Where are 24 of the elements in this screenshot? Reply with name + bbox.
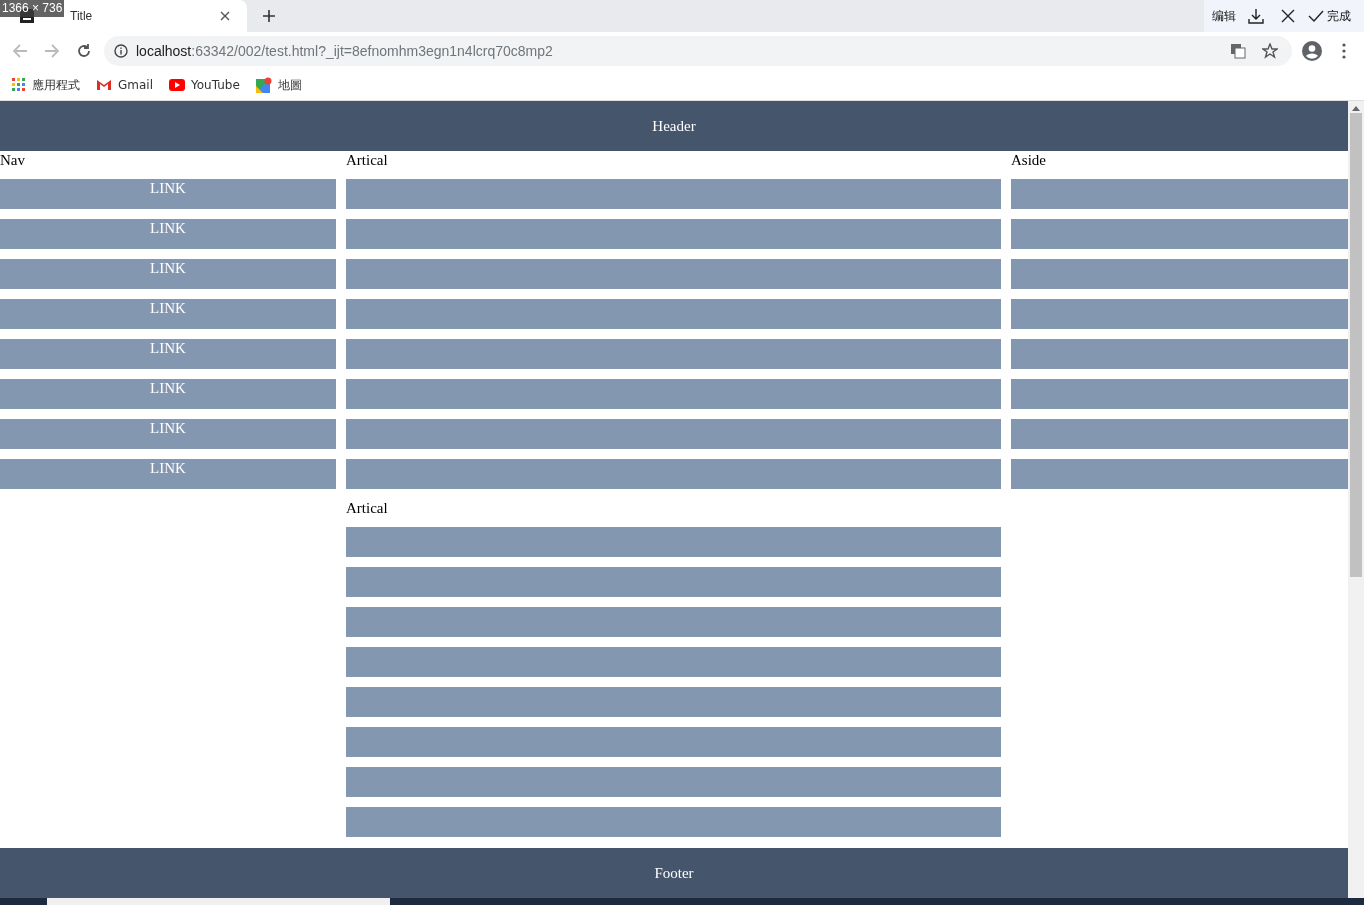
done-button[interactable]: 完成 [1308,7,1351,25]
map-icon [255,77,272,93]
bookmark[interactable]: Gmail [96,78,153,92]
info-icon [114,44,128,58]
play-icon [169,79,185,91]
account-icon[interactable] [1300,39,1324,63]
bookmark[interactable]: 地圖 [255,76,302,94]
address-bar[interactable]: localhost:63342/002/test.html?_ijt=8efnomhm3egn1n4lcrq70c8mp2 [104,36,1292,66]
article-title: Artical [346,151,389,170]
scroll-up-icon[interactable] [1352,105,1360,111]
aside-title: Aside [1011,151,1047,170]
url-text: localhost:63342/002/test.html?_ijt=8efnomhm3egn1n4lcrq70c8mp2 [136,43,554,59]
page-footer: Footer [0,848,1348,898]
article-title: Artical [346,499,389,518]
bookmark[interactable]: YouTube [169,78,240,92]
apps-grid-icon [12,78,26,92]
edit-button[interactable]: 编辑 [1212,7,1236,25]
bookmark[interactable]: 應用程式 [12,76,80,94]
check-icon [1308,10,1324,22]
page-header: Header [0,101,1348,151]
dimension-label: 1366 × 736 [0,0,65,17]
nav-title: Nav [0,151,26,170]
envelope-icon [96,79,112,91]
scrollbar[interactable] [1348,101,1364,898]
